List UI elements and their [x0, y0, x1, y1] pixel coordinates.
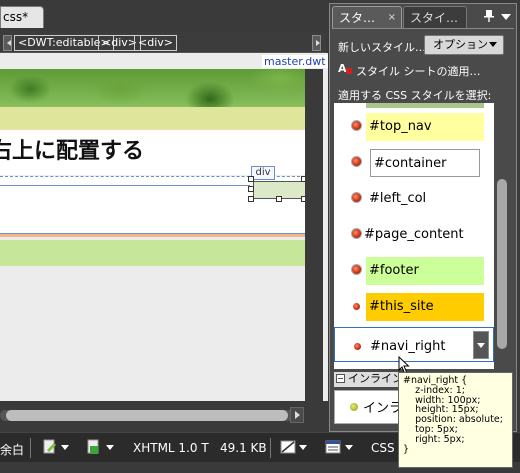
tag-div-2[interactable]: <div> [134, 35, 177, 51]
tag-scroll-left-button[interactable] [3, 35, 12, 51]
style-bullet-icon [351, 120, 362, 131]
chevron-down-icon [489, 42, 497, 51]
tab-manage-styles[interactable]: スタイ… [403, 6, 467, 28]
collapse-icon[interactable]: − [336, 374, 345, 383]
panel-body: 新しいスタイル… オプション A スタイル シートの適用… 適用する CSS ス… [332, 28, 514, 430]
hscroll-right-arrow[interactable] [290, 407, 304, 423]
style-menu-dropdown-button[interactable] [473, 331, 489, 359]
inline-style-name: インラ [363, 401, 403, 416]
margin-label: 余白 [0, 443, 25, 457]
header-band [0, 107, 305, 129]
resize-handle[interactable] [276, 196, 282, 202]
style-row-navi-right[interactable]: #navi_right [334, 327, 494, 362]
tab-apply-styles-label: スタ… [339, 11, 376, 25]
selection-guide-line [0, 185, 250, 186]
style-name: #container [370, 149, 480, 177]
style-bullet-icon [351, 264, 362, 275]
chevron-down-icon[interactable] [345, 445, 353, 454]
style-row-footer[interactable]: #footer [334, 252, 494, 288]
attach-stylesheet-icon[interactable]: A [338, 61, 352, 75]
style-list-scroll-thumb[interactable] [497, 179, 507, 349]
style-name: #this_site [366, 293, 484, 321]
status-separator [270, 438, 271, 458]
style-bullet-icon [351, 156, 362, 167]
div-tag-label[interactable]: div [251, 166, 275, 180]
document-tab[interactable]: css* [0, 6, 44, 28]
css-label[interactable]: CSS [371, 441, 395, 455]
style-name: #top_nav [366, 113, 484, 141]
validate-page-icon[interactable] [86, 439, 102, 455]
options-button-label: オプション [433, 38, 488, 51]
panel-menu-icon[interactable] [500, 10, 512, 22]
doctype-label[interactable]: XHTML 1.0 T [133, 441, 209, 455]
image-icon[interactable] [280, 439, 296, 455]
style-name: #left_col [369, 191, 427, 206]
status-separator [30, 438, 31, 458]
style-list[interactable]: #top_nav #container #left_col #page_cont… [334, 103, 494, 369]
resize-handle[interactable] [248, 196, 254, 202]
design-horizontal-scrollbar[interactable] [0, 405, 328, 427]
style-bullet-icon [354, 343, 361, 350]
svg-text:A: A [338, 62, 347, 75]
inline-style-bullet-icon [350, 403, 358, 411]
design-vertical-scrollbar[interactable] [305, 69, 323, 401]
chevron-down-icon[interactable] [61, 445, 69, 454]
chevron-down-icon[interactable] [106, 445, 114, 454]
style-bullet-icon [353, 303, 360, 310]
design-view[interactable]: master.dwt 右上に配置する div [0, 53, 328, 401]
close-icon[interactable]: × [388, 7, 396, 28]
tab-manage-styles-label: スタイ… [410, 11, 459, 25]
document-tab-label: css* [3, 10, 29, 24]
nav-band [0, 240, 305, 266]
page-heading-text: 右上に配置する [0, 139, 145, 164]
options-button[interactable]: オプション [424, 35, 504, 55]
inline-styles-header-label: インライン [348, 372, 403, 385]
master-template-label: master.dwt [262, 55, 328, 68]
hscroll-thumb[interactable] [6, 410, 288, 421]
style-row-this-site[interactable]: #this_site [334, 288, 494, 324]
style-list-scrollbar[interactable] [495, 103, 509, 369]
chevron-down-icon[interactable] [299, 445, 307, 454]
design-vertical-scroll-thumb[interactable] [308, 73, 320, 398]
content-border [0, 234, 305, 237]
attach-stylesheet-link[interactable]: スタイル シートの適用… [356, 63, 481, 79]
style-name: #page_content [364, 227, 464, 242]
resize-handle[interactable] [248, 186, 254, 192]
edit-page-icon[interactable] [42, 439, 58, 455]
tab-apply-styles[interactable]: スタ… × [332, 6, 402, 28]
style-row-left-col[interactable]: #left_col [334, 180, 494, 216]
apply-styles-label: 適用する CSS スタイルを選択: [338, 89, 492, 102]
style-tooltip: #navi_right { z-index: 1; width: 100px; … [398, 372, 513, 468]
style-row-page-content[interactable]: #page_content [334, 216, 494, 252]
style-bullet-icon [351, 192, 362, 203]
style-row-container[interactable]: #container [334, 144, 494, 180]
page-heading: 右上に配置する [0, 133, 144, 165]
table-icon[interactable] [325, 439, 341, 455]
app-window: css* <DWT:editable> <div> <div> master.d… [0, 0, 520, 473]
style-name: #footer [366, 257, 484, 285]
tag-selector-bar: <DWT:editable> <div> <div> [0, 31, 326, 53]
file-size-label: 49.1 KB [220, 441, 267, 455]
style-row-top-nav[interactable]: #top_nav [334, 108, 494, 144]
tag-scroll-right-button[interactable] [312, 35, 321, 51]
new-style-link[interactable]: 新しいスタイル… [338, 39, 426, 55]
pin-icon[interactable] [484, 10, 494, 22]
apply-styles-panel: スタ… × スタイ… 新しいスタイル… オプション A スタイル シートの適用…… [329, 3, 517, 432]
resize-handle[interactable] [248, 176, 254, 182]
